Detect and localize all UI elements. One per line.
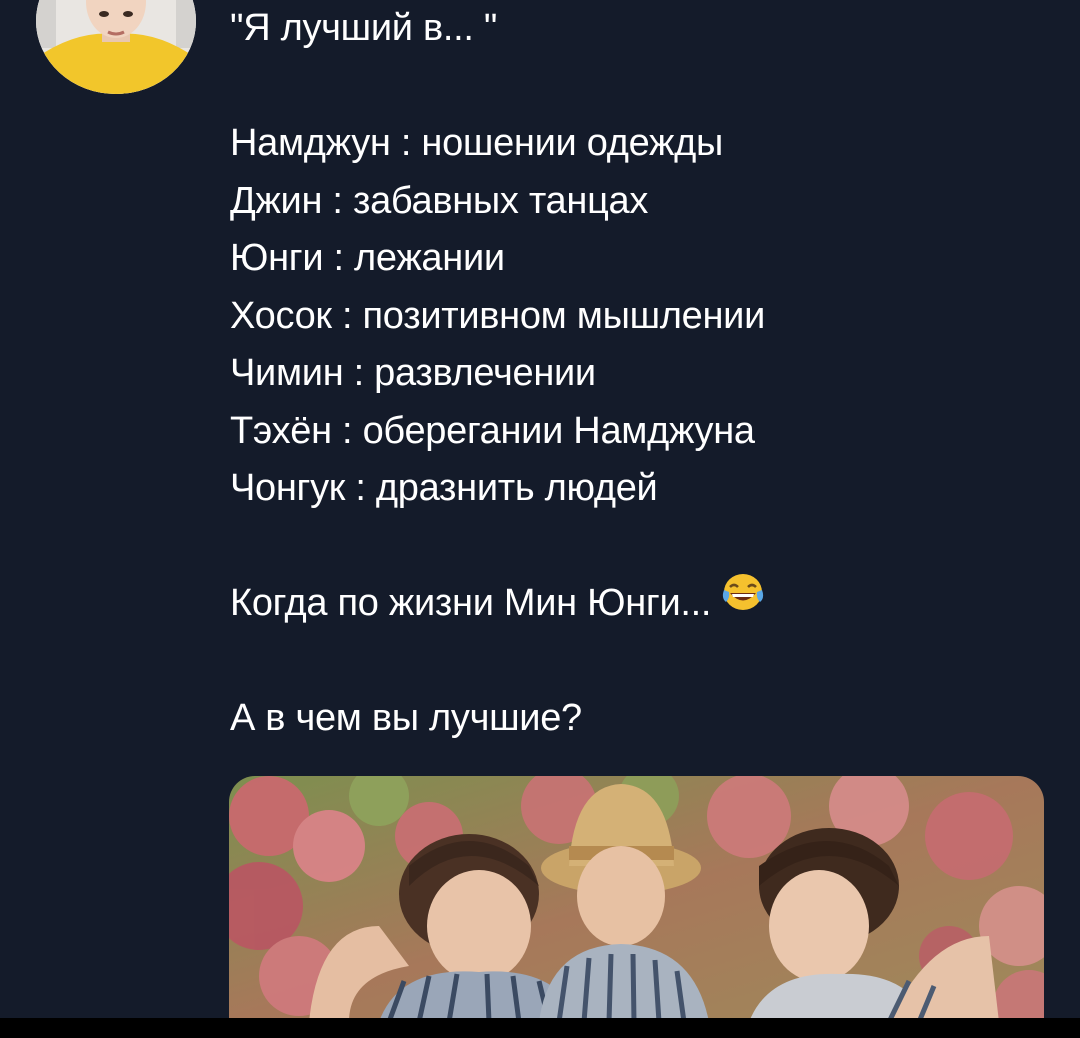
- list-item: Чонгук : дразнить людей: [230, 467, 658, 509]
- list-item: Чимин : развлечении: [230, 352, 596, 394]
- tweet-comment-line: Когда по жизни Мин Юнги...: [230, 572, 1050, 633]
- tweet-body: "Я лучший в... " Намджун : ношении одежд…: [230, 0, 1050, 748]
- tweet-photo[interactable]: [229, 776, 1044, 1022]
- list-item: Джин : забавных танцах: [230, 179, 649, 222]
- bottom-bar: [0, 1018, 1080, 1038]
- list-item: Тэхён : оберегании Намджуна: [230, 409, 755, 452]
- tweet-comment: Когда по жизни Мин Юнги...: [230, 582, 712, 624]
- face-with-tears-of-joy-icon: [721, 572, 765, 630]
- tweet-title-line: "Я лучший в... ": [230, 7, 498, 49]
- list-item: Юнги : лежании: [230, 237, 505, 279]
- list-item: Хосок : позитивном мышлении: [230, 294, 766, 337]
- tweet-question: А в чем вы лучшие?: [230, 697, 582, 739]
- list-item: Намджун : ношении одежды: [230, 122, 723, 164]
- avatar[interactable]: [36, 0, 196, 94]
